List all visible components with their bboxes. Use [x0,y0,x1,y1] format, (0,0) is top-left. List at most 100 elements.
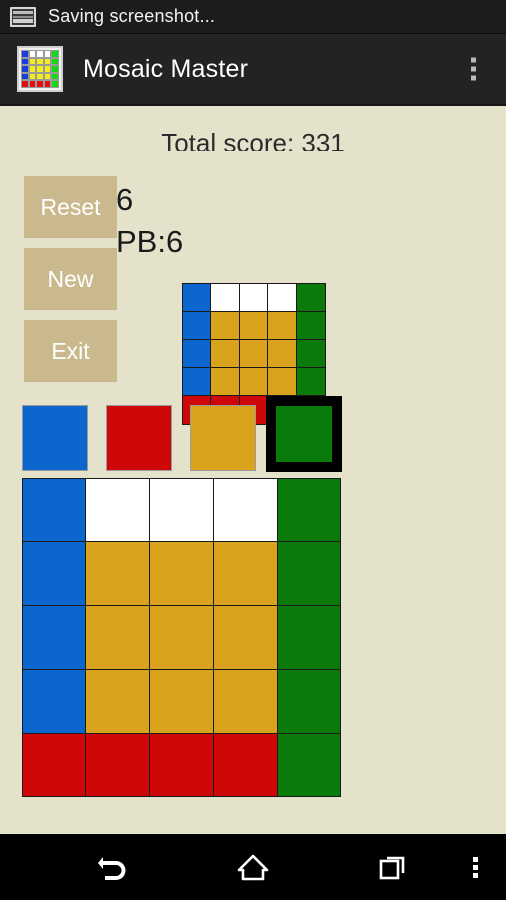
home-icon-svg [237,854,269,881]
board-cell-0-1[interactable] [85,477,151,543]
target-cell-0-4 [295,282,326,312]
total-score-label: Total score: 331 [161,128,345,151]
target-cell-3-1 [210,367,240,397]
personal-best-label: PB:6 [116,224,184,259]
back-icon[interactable] [75,834,151,900]
app-icon-cell-1-4 [51,57,59,66]
target-cell-2-3 [267,338,297,369]
app-icon-cell-2-0 [21,65,29,73]
palette-swatch-red[interactable] [106,405,172,471]
board-cell-4-1[interactable] [85,732,151,798]
palette-swatch-green[interactable] [266,396,342,472]
reset-button[interactable]: Reset [24,176,117,238]
status-bar-text: Saving screenshot... [48,6,216,26]
exit-button[interactable]: Exit [24,320,117,382]
mosaic-grid-icon [17,46,63,92]
target-cell-1-1 [210,310,240,340]
board-cell-1-1[interactable] [85,541,151,607]
page-title: Mosaic Master [83,54,249,83]
board-cell-1-2[interactable] [149,541,214,607]
board-cell-4-3[interactable] [212,732,278,798]
board-cell-0-2[interactable] [149,477,214,543]
app-icon-cell-3-3 [43,72,52,81]
back-icon-svg [98,857,126,880]
board-cell-4-2[interactable] [149,732,214,798]
app-icon-cell-0-1 [28,50,37,58]
board-cell-3-1[interactable] [85,668,151,734]
app-icon-cell-4-3 [43,80,52,88]
app-icon-cell-4-4 [51,80,59,88]
target-cell-1-0 [181,310,212,340]
target-cell-3-0 [181,367,212,397]
target-cell-2-4 [295,338,326,369]
screen: Saving screenshot... Mosaic Master Total… [0,0,506,900]
target-cell-3-4 [295,367,326,397]
app-icon-cell-1-0 [21,57,29,66]
target-cell-2-0 [181,338,212,369]
board-cell-3-2[interactable] [149,668,214,734]
app-icon-cell-0-4 [51,50,59,58]
recents-icon[interactable] [355,834,431,900]
recents-icon-svg [379,856,405,880]
home-icon[interactable] [215,834,291,900]
board-grid[interactable] [21,477,342,798]
target-cell-1-2 [238,310,269,340]
board-cell-1-0[interactable] [21,541,87,607]
target-cell-1-4 [295,310,326,340]
app-icon-cell-3-2 [36,72,44,81]
palette-swatch-blue[interactable] [22,405,88,471]
app-icon-cell-2-3 [43,65,52,73]
board-cell-2-1[interactable] [85,605,151,670]
board-cell-3-3[interactable] [212,668,278,734]
app-icon-cell-4-2 [36,80,44,88]
app-icon-cell-0-2 [36,50,44,58]
target-cell-0-1 [210,282,240,312]
app-icon-cell-2-2 [36,65,44,73]
status-bar: Saving screenshot... [0,0,506,34]
app-icon-cell-4-0 [21,80,29,88]
target-cell-0-3 [267,282,297,312]
game-content: Total score: 331 Reset New Exit 6 PB:6 [0,106,506,834]
board-cell-2-3[interactable] [212,605,278,670]
move-count-label: 6 [116,182,134,217]
target-cell-2-1 [210,338,240,369]
app-icon-cell-1-2 [36,57,44,66]
target-cell-2-2 [238,338,269,369]
target-cell-1-3 [267,310,297,340]
color-palette [22,396,352,482]
app-icon-cell-1-3 [43,57,52,66]
overflow-menu-icon[interactable] [465,52,482,87]
new-button[interactable]: New [24,248,117,310]
app-icon-cell-4-1 [28,80,37,88]
board-cell-4-4[interactable] [276,732,342,798]
target-cell-3-2 [238,367,269,397]
board-cell-2-2[interactable] [149,605,214,670]
board-cell-0-3[interactable] [212,477,278,543]
android-nav-bar [0,834,506,900]
app-icon-cell-0-0 [21,50,29,58]
board-cell-1-4[interactable] [276,541,342,607]
app-icon-cell-2-1 [28,65,37,73]
app-icon-cell-3-0 [21,72,29,81]
app-icon-cell-1-1 [28,57,37,66]
board-cell-0-0[interactable] [21,477,87,543]
board-cell-0-4[interactable] [276,477,342,543]
app-icon-cell-0-3 [43,50,52,58]
app-icon-cell-3-4 [51,72,59,81]
board-cell-3-4[interactable] [276,668,342,734]
palette-swatch-fill-green [276,406,332,462]
target-cell-3-3 [267,367,297,397]
board-cell-3-0[interactable] [21,668,87,734]
palette-swatch-gold[interactable] [190,405,256,471]
screenshot-image-icon [10,6,36,27]
board-cell-2-4[interactable] [276,605,342,670]
board-cell-2-0[interactable] [21,605,87,670]
overflow-menu-icon[interactable] [455,834,495,900]
action-bar: Mosaic Master [0,34,506,106]
target-cell-0-0 [181,282,212,312]
board-cell-4-0[interactable] [21,732,87,798]
app-icon-cell-3-1 [28,72,37,81]
board-cell-1-3[interactable] [212,541,278,607]
app-icon-cell-2-4 [51,65,59,73]
control-buttons: Reset New Exit [24,176,117,392]
